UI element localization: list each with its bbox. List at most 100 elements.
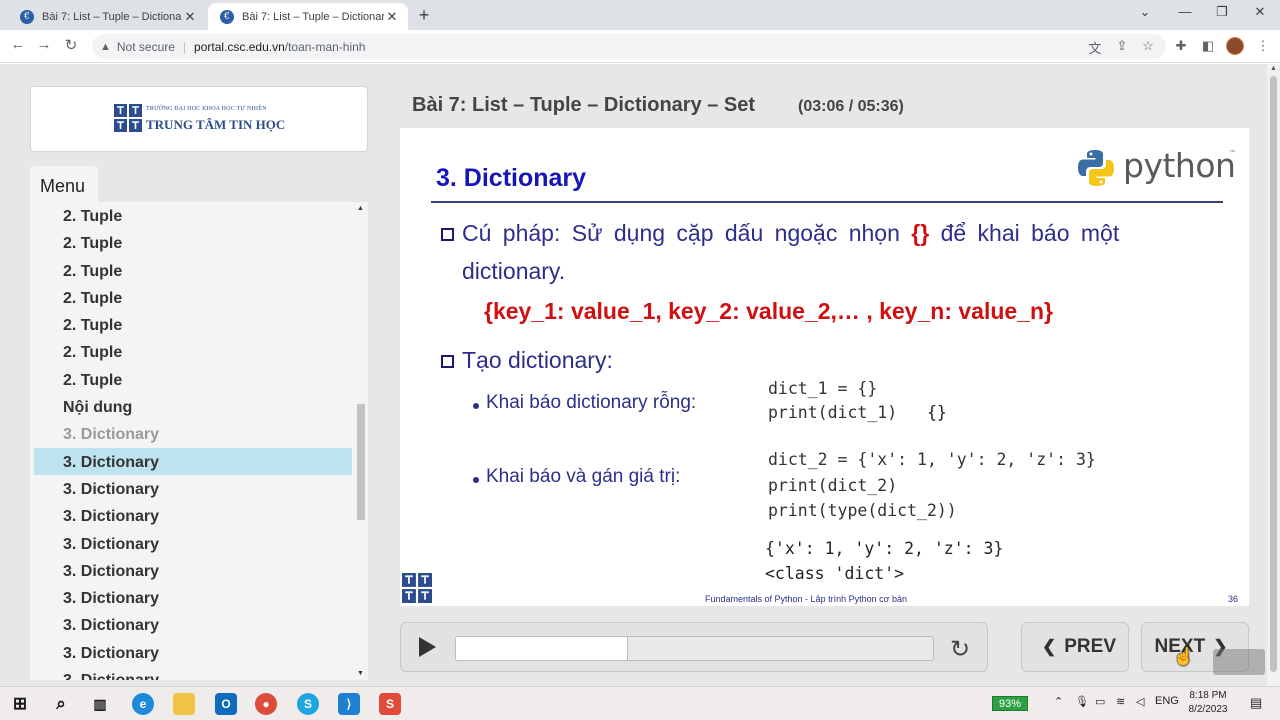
overlay-controls[interactable] xyxy=(1213,649,1265,675)
code-output: {'x': 1, 'y': 2, 'z': 3} xyxy=(765,539,1004,558)
file-explorer-icon[interactable] xyxy=(173,693,195,715)
tab-title: Bài 7: List – Tuple – Dictionary – S xyxy=(42,10,182,23)
menu-item[interactable]: 2. Tuple xyxy=(34,202,352,229)
notification-icon[interactable]: ▤ xyxy=(1250,695,1262,711)
logo-center-name: TRUNG TÂM TIN HỌC xyxy=(146,117,286,132)
browser-tab-active[interactable]: € Bài 7: List – Tuple – Dictionary – S ✕ xyxy=(208,3,408,30)
menu-item[interactable]: Nội dung xyxy=(34,393,352,420)
back-icon[interactable]: ← xyxy=(8,36,28,53)
dot-bullet-icon xyxy=(473,403,479,409)
menu-scrollbar[interactable]: ▲ ▼ xyxy=(355,202,367,680)
square-bullet-icon xyxy=(441,228,454,241)
warning-icon[interactable]: ▲ xyxy=(100,41,111,53)
search-icon[interactable]: ⌕ xyxy=(50,693,72,715)
menu-item[interactable]: 2. Tuple xyxy=(34,311,352,338)
show-hidden-icons-icon[interactable]: ⌃ xyxy=(1054,695,1063,708)
menu-item[interactable]: 3. Dictionary xyxy=(34,530,352,557)
python-logo-icon xyxy=(1078,150,1114,186)
page-scroll-thumb[interactable] xyxy=(1270,76,1277,672)
menu-item[interactable]: 3. Dictionary xyxy=(34,502,352,529)
menu-item-active[interactable]: 3. Dictionary xyxy=(34,447,352,475)
menu-item[interactable]: 3. Dictionary xyxy=(34,639,352,666)
code-output: {} xyxy=(927,403,947,422)
windows-start-icon[interactable]: ⊞ xyxy=(9,693,31,715)
syntax-line-1: Cú pháp: Sử dụng cặp dấu ngoặc nhọn {} đ… xyxy=(462,220,1119,247)
system-clock[interactable]: 8:18 PM 8/2/2023 xyxy=(1186,689,1230,717)
reload-icon[interactable]: ↻ xyxy=(61,36,81,54)
kebab-menu-icon[interactable]: ⋮ xyxy=(1254,38,1272,54)
wifi-icon[interactable]: ≋ xyxy=(1116,695,1125,708)
code-output: <class 'dict'> xyxy=(765,564,905,583)
slide-page-number: 36 xyxy=(1228,594,1239,604)
address-bar[interactable]: ▲ Not secure | portal.csc.edu.vn/toan-ma… xyxy=(92,34,1166,59)
progress-bar[interactable] xyxy=(455,636,934,661)
close-window-icon[interactable]: ✕ xyxy=(1245,4,1275,20)
site-favicon-icon: € xyxy=(220,9,234,24)
clock-time: 8:18 PM xyxy=(1189,690,1227,701)
translate-icon[interactable]: 文 xyxy=(1086,38,1104,57)
edge-icon[interactable]: e xyxy=(132,693,154,715)
clock-date: 8/2/2023 xyxy=(1188,704,1228,715)
center-logo-icon xyxy=(114,104,142,132)
menu-panel: 2. Tuple 2. Tuple 2. Tuple 2. Tuple 2. Tuple… xyxy=(30,202,368,680)
microphone-icon[interactable]: 🎙 xyxy=(1075,695,1089,708)
input-language[interactable]: ENG xyxy=(1155,695,1179,707)
tab-search-icon[interactable]: ⌄ xyxy=(1130,4,1160,20)
play-icon[interactable] xyxy=(419,637,436,657)
battery-icon[interactable]: ▭ xyxy=(1095,695,1105,708)
site-favicon-icon: € xyxy=(20,9,34,24)
slide-divider xyxy=(431,201,1223,203)
code-line: dict_2 = {'x': 1, 'y': 2, 'z': 3} xyxy=(768,450,1096,469)
minimize-icon[interactable]: — xyxy=(1170,4,1200,19)
side-panel-icon[interactable]: ◧ xyxy=(1199,38,1217,54)
skype-icon[interactable]: S xyxy=(297,693,319,715)
menu-item[interactable]: 2. Tuple xyxy=(34,366,352,393)
outlook-icon[interactable]: O xyxy=(215,693,237,715)
scroll-up-icon[interactable]: ▲ xyxy=(357,205,364,212)
close-tab-icon[interactable]: ✕ xyxy=(182,9,198,25)
forward-icon[interactable]: → xyxy=(34,36,54,53)
menu-item[interactable]: 2. Tuple xyxy=(34,257,352,284)
new-tab-button[interactable]: + xyxy=(414,5,434,26)
extensions-icon[interactable]: ✚ xyxy=(1172,38,1190,54)
menu-item[interactable]: 3. Dictionary xyxy=(34,584,352,611)
slide-heading: 3. Dictionary xyxy=(436,164,587,192)
syntax-line-2: dictionary. xyxy=(462,258,566,284)
share-icon[interactable]: ⇪ xyxy=(1113,38,1131,54)
profile-avatar[interactable] xyxy=(1226,37,1244,55)
page-scrollbar[interactable]: ▲ xyxy=(1267,64,1280,686)
menu-item[interactable]: 3. Dictionary xyxy=(34,475,352,502)
browser-tab[interactable]: € Bài 7: List – Tuple – Dictionary – S ✕ xyxy=(8,3,206,30)
url-host: portal.csc.edu.vn xyxy=(194,39,285,54)
scroll-down-icon[interactable]: ▼ xyxy=(357,670,364,677)
sub-empty-dict: Khai báo dictionary rỗng: xyxy=(486,392,697,413)
bookmark-star-icon[interactable]: ☆ xyxy=(1139,38,1157,54)
menu-item[interactable]: 2. Tuple xyxy=(34,229,352,256)
battery-indicator[interactable]: 93% xyxy=(992,696,1028,711)
tab-title: Bài 7: List – Tuple – Dictionary – S xyxy=(242,10,384,23)
menu-item[interactable]: 3. Dictionary xyxy=(34,611,352,638)
menu-item[interactable]: 2. Tuple xyxy=(34,338,352,365)
python-wordmark: python xyxy=(1123,146,1236,185)
vscode-icon[interactable]: ⟩ xyxy=(338,693,360,715)
prev-button[interactable]: ❮ PREV xyxy=(1021,622,1129,672)
menu-item[interactable]: 3. Dictionary xyxy=(34,557,352,584)
sub-assign-dict: Khai báo và gán giá trị: xyxy=(486,466,681,487)
volume-icon[interactable]: ◁ xyxy=(1136,695,1144,708)
create-heading: Tạo dictionary: xyxy=(462,347,613,373)
close-tab-icon[interactable]: ✕ xyxy=(384,9,400,25)
menu-item[interactable]: 3. Dictionary xyxy=(34,420,352,447)
task-view-icon[interactable]: ▥ xyxy=(89,693,111,715)
menu-scroll-thumb[interactable] xyxy=(357,404,365,520)
logo-university-name: TRƯỜNG ĐẠI HỌC KHOA HỌC TỰ NHIÊN xyxy=(146,106,267,112)
menu-list: 2. Tuple 2. Tuple 2. Tuple 2. Tuple 2. Tuple… xyxy=(34,202,352,680)
slide-footer-logo-icon xyxy=(402,573,432,603)
menu-item[interactable]: 2. Tuple xyxy=(34,284,352,311)
maximize-icon[interactable]: ❐ xyxy=(1207,4,1237,20)
lesson-time: (03:06 / 05:36) xyxy=(798,98,904,115)
replay-icon[interactable]: ↻ xyxy=(946,635,974,664)
scroll-up-icon[interactable]: ▲ xyxy=(1270,65,1277,72)
presentation-app-icon[interactable]: S xyxy=(379,693,401,715)
menu-item[interactable]: 3. Dictionary xyxy=(34,666,352,680)
chrome-icon[interactable]: ● xyxy=(255,693,277,715)
